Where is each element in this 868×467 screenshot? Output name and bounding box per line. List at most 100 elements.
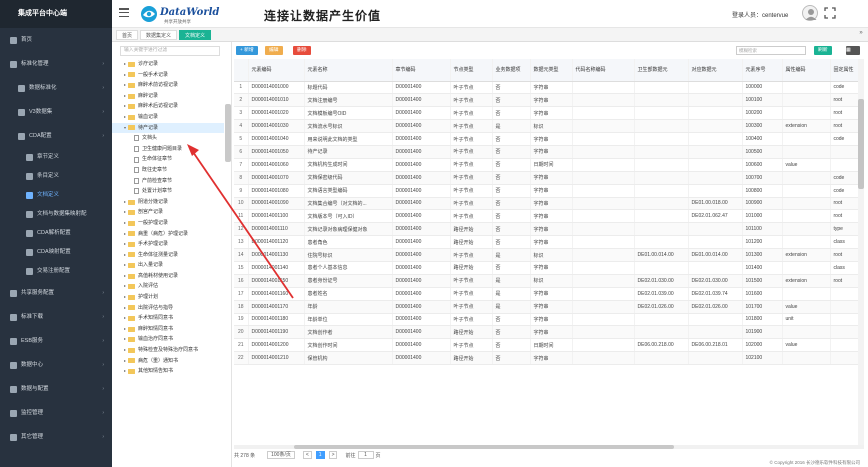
sidebar-item-other-management[interactable]: 其它管理 ›: [0, 425, 112, 449]
tree-node[interactable]: ▸ 生命体征测量记录: [112, 250, 224, 261]
tab-home[interactable]: 首页: [116, 29, 139, 40]
table-row[interactable]: 7 D000014001060 文档机构生成时间 D00001400 叶子节点否日期时间…: [234, 158, 864, 172]
table-row[interactable]: 14 D000014001130 住院号标识 D00001400 叶子节点是标识 DE01…: [234, 248, 864, 262]
table-row[interactable]: 17 D000014001160 患者姓名 D00001400 叶子节点是字符串 DE02…: [234, 287, 864, 301]
table-row[interactable]: 9 D000014001080 文档语言类型编码 D00001400 叶子节点否字符串 1…: [234, 184, 864, 198]
column-header[interactable]: 元素名称: [304, 59, 393, 82]
sidebar-item-data-config[interactable]: 数据与配置 ›: [0, 377, 112, 401]
tree-node[interactable]: ▸ 诊疗记录: [112, 59, 224, 70]
tree-node[interactable]: 文档头: [112, 133, 224, 144]
table-row[interactable]: 16 D000014001150 患者身份证号 D00001400 叶子节点是标识 DE0…: [234, 274, 864, 288]
grid-search-input[interactable]: 模糊检索: [736, 46, 806, 55]
menu-toggle-icon[interactable]: [119, 8, 129, 18]
delete-button[interactable]: 删除: [293, 46, 311, 55]
tab-document-definition[interactable]: 文档定义: [179, 29, 212, 40]
column-header[interactable]: 节点类型: [450, 59, 493, 82]
table-row[interactable]: 8 D000014001070 文档保密级代码 D00001400 叶子节点否字符串 10…: [234, 171, 864, 185]
column-header[interactable]: 代码名称编码: [572, 59, 635, 82]
column-header[interactable]: 章节编码: [392, 59, 451, 82]
goto-page-input[interactable]: 1: [357, 451, 374, 459]
table-row[interactable]: 5 D000014001040 用来说明此文档的类型 D00001400 叶子节点否字符…: [234, 132, 864, 146]
sidebar-item-cda-parse-config[interactable]: CDA解析配置: [0, 224, 112, 243]
tree-node[interactable]: ▸ 出入量记录: [112, 260, 224, 271]
tree-node[interactable]: ▸ 麻醉术后访视记录: [112, 101, 224, 112]
fullscreen-icon[interactable]: [824, 7, 836, 19]
sidebar-item-monitor-management[interactable]: 监控管理 ›: [0, 401, 112, 425]
tree-node[interactable]: ▸ 麻醉术前访视记录: [112, 80, 224, 91]
user-avatar-icon[interactable]: [802, 5, 818, 21]
tree-node[interactable]: 处置计划章节: [112, 186, 224, 197]
tree-node[interactable]: ▸ 输血记录: [112, 112, 224, 123]
column-header[interactable]: 元素编码: [248, 59, 305, 82]
table-row[interactable]: 15 D000014001140 患者个人基本信息 D00001400 路径开始否字符串…: [234, 261, 864, 275]
table-row[interactable]: 22 D000014001210 保管机构 D00001400 路径开始否字符串 1021…: [234, 351, 864, 366]
sidebar-item-shared-service-config[interactable]: 共享服务配置 ›: [0, 281, 112, 305]
sidebar-item-cda-config[interactable]: CDA配置 ›: [0, 124, 112, 148]
tree-node[interactable]: ▸ 高值耗材使用记录: [112, 271, 224, 282]
column-header[interactable]: 数据元类型: [530, 59, 573, 82]
sidebar-item-home[interactable]: 首页: [0, 28, 112, 52]
grid-vertical-scrollbar[interactable]: [858, 59, 864, 445]
tree-node[interactable]: ▸ 剖宫产记录: [112, 207, 224, 218]
table-row[interactable]: 10 D000014001090 文档集合编号（对文档的... D00001400 叶子…: [234, 197, 864, 211]
page-size-select[interactable]: 100条/页: [267, 451, 295, 459]
sidebar-item-data-standard[interactable]: 数据标准化 ›: [0, 76, 112, 100]
tree-node[interactable]: ▸ 其他知情告知书: [112, 366, 224, 377]
table-row[interactable]: 1 D000014001000 标题代码 D00001400 叶子节点否字符串 10000…: [234, 81, 864, 95]
chevron-right-icon[interactable]: »: [856, 30, 866, 40]
sidebar-item-cda-mapping-config[interactable]: CDA映射配置: [0, 243, 112, 262]
tree-node[interactable]: 产前检查章节: [112, 176, 224, 187]
tree-node[interactable]: ▸ 输血治疗同意书: [112, 334, 224, 345]
tree-node[interactable]: ▸ 一般手术记录: [112, 70, 224, 81]
tree-scrollbar[interactable]: [225, 104, 231, 162]
edit-button[interactable]: 编辑: [265, 46, 283, 55]
table-row[interactable]: 4 D000014001030 文档流水号标识 D00001400 叶子节点是标识 100…: [234, 119, 864, 134]
tree-search-input[interactable]: 输入关键字进行过滤: [120, 46, 220, 56]
column-header[interactable]: [234, 59, 249, 82]
sidebar-item-v3-dataset[interactable]: V3数据集 ›: [0, 100, 112, 124]
sidebar-item-document-definition[interactable]: 文档定义: [0, 186, 112, 205]
column-header[interactable]: 元素序号: [742, 59, 783, 82]
tree-node[interactable]: ▸ 护理计划: [112, 292, 224, 303]
sidebar-item-entry-definition[interactable]: 条目定义: [0, 167, 112, 186]
tree-node[interactable]: ▸ 手术护理记录: [112, 239, 224, 250]
table-row[interactable]: 2 D000014001010 文档注册编号 D00001400 叶子节点否字符串 100…: [234, 93, 864, 108]
tree-node[interactable]: ▸ 阴道分娩记录: [112, 197, 224, 208]
page-number-button[interactable]: 1: [315, 451, 325, 459]
tree-node[interactable]: ▸ 病危（重）通知书: [112, 356, 224, 367]
sidebar-item-doc-dataset-mapping[interactable]: 文档与数据集映射配: [0, 205, 112, 224]
tree-node[interactable]: 卫生健康问题目录: [112, 144, 224, 155]
column-header[interactable]: 属性编码: [782, 59, 831, 82]
tree-node[interactable]: ▸ 麻醉记录: [112, 91, 224, 102]
sidebar-item-esb-service[interactable]: ESB服务 ›: [0, 329, 112, 353]
tree-node[interactable]: ▸ 手术知情同意书: [112, 313, 224, 324]
tree-node[interactable]: 既往史章节: [112, 165, 224, 176]
table-row[interactable]: 19 D000014001180 年龄单位 D00001400 叶子节点否字符串 1018…: [234, 313, 864, 327]
tree-node[interactable]: 生命体征章节: [112, 154, 224, 165]
table-row[interactable]: 18 D000014001170 年龄 D00001400 叶子节点是字符串 DE02.0…: [234, 300, 864, 314]
tree-node[interactable]: ▸ 一般护理记录: [112, 218, 224, 229]
tree-node[interactable]: ▸ 特殊检查及特殊治疗同意书: [112, 345, 224, 356]
tree-node[interactable]: ▸ 入院评估: [112, 281, 224, 292]
sidebar-item-data-center[interactable]: 数据中心 ›: [0, 353, 112, 377]
table-row[interactable]: 11 D000014001100 文档版本号（可入ID） D00001400 叶子节点否…: [234, 209, 864, 224]
tree-node[interactable]: ▸ 麻醉知情同意书: [112, 324, 224, 335]
table-row[interactable]: 3 D000014001020 文档模板编号OID D00001400 叶子节点否字符串…: [234, 106, 864, 121]
add-button[interactable]: + 新增: [236, 46, 258, 55]
sidebar-item-section-definition[interactable]: 章节定义: [0, 148, 112, 167]
table-row[interactable]: 12 D000014001110 文档记录对象病理保健对象 D00001400 路径开始…: [234, 222, 864, 237]
table-row[interactable]: 13 D000014001120 患者角色 D00001400 路径开始否字符串 1012…: [234, 235, 864, 250]
table-row[interactable]: 21 D000014001200 文档创作时间 D00001400 叶子节点否日期时间 D…: [234, 338, 864, 353]
table-row[interactable]: 20 D000014001190 文档创作者 D00001400 路径开始否字符串 101…: [234, 325, 864, 340]
sidebar-item-standardization[interactable]: 标准化管理 ›: [0, 52, 112, 76]
columns-icon[interactable]: ▦: [846, 46, 860, 55]
column-header[interactable]: 业务数据项: [492, 59, 531, 82]
sidebar-item-standard-download[interactable]: 标准下载 ›: [0, 305, 112, 329]
tree-node[interactable]: ▾ 待产记录: [112, 122, 224, 134]
column-header[interactable]: 卫生部数据元: [634, 59, 689, 82]
tree-node[interactable]: ▸ 病重（病危）护理记录: [112, 229, 224, 240]
prev-page-button[interactable]: <: [302, 451, 312, 459]
tab-dataset-definition[interactable]: 数据集定义: [140, 29, 178, 40]
table-row[interactable]: 6 D000014001050 待产记录 D00001400 叶子节点否字符串 10050…: [234, 145, 864, 159]
tree-node[interactable]: ▸ 出院评估与指导: [112, 303, 224, 314]
